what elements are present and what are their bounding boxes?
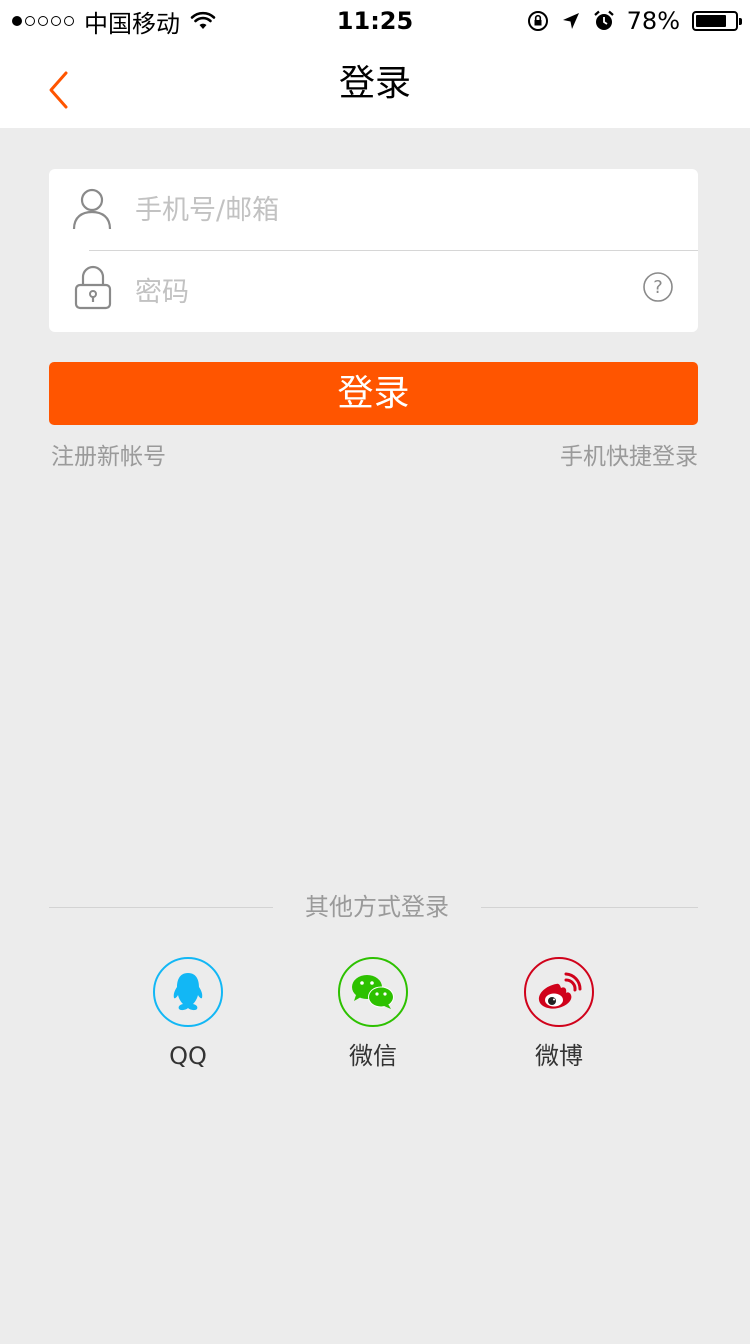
svg-text:?: ?	[653, 277, 663, 298]
page-title: 登录	[338, 63, 411, 104]
rotation-lock-icon	[527, 11, 548, 31]
account-input[interactable]	[133, 187, 617, 233]
divider-left	[49, 907, 273, 908]
back-button[interactable]	[40, 60, 80, 110]
register-link[interactable]: 注册新帐号	[51, 442, 166, 472]
account-row	[49, 169, 698, 250]
quick-login-link[interactable]: 手机快捷登录	[560, 442, 698, 472]
weibo-label: 微博	[535, 1042, 583, 1070]
weibo-login-button[interactable]: 微博	[499, 957, 619, 1071]
login-form: ?	[49, 169, 698, 332]
status-bar: 中国移动 11:25 78%	[0, 0, 750, 40]
wechat-icon	[352, 975, 394, 1009]
alarm-icon	[593, 10, 614, 30]
other-login-title: 其他方式登录	[305, 893, 449, 921]
password-input[interactable]	[133, 269, 617, 315]
question-icon[interactable]: ?	[642, 271, 674, 303]
lock-icon	[74, 265, 112, 310]
qq-label: QQ	[169, 1042, 207, 1070]
qq-icon	[173, 973, 203, 1011]
qq-login-button[interactable]: QQ	[128, 957, 248, 1071]
user-icon	[72, 188, 112, 230]
password-row: ?	[49, 251, 698, 332]
wechat-label: 微信	[349, 1042, 397, 1070]
battery-icon	[692, 11, 742, 31]
nav-bar: 登录	[0, 40, 750, 128]
login-button[interactable]: 登录	[49, 362, 698, 425]
location-arrow-icon	[562, 13, 579, 29]
divider-right	[481, 907, 698, 908]
weibo-icon	[538, 972, 582, 1009]
battery-percent: 78%	[626, 7, 680, 35]
chevron-left-icon	[49, 71, 68, 109]
wechat-login-button[interactable]: 微信	[313, 957, 433, 1071]
